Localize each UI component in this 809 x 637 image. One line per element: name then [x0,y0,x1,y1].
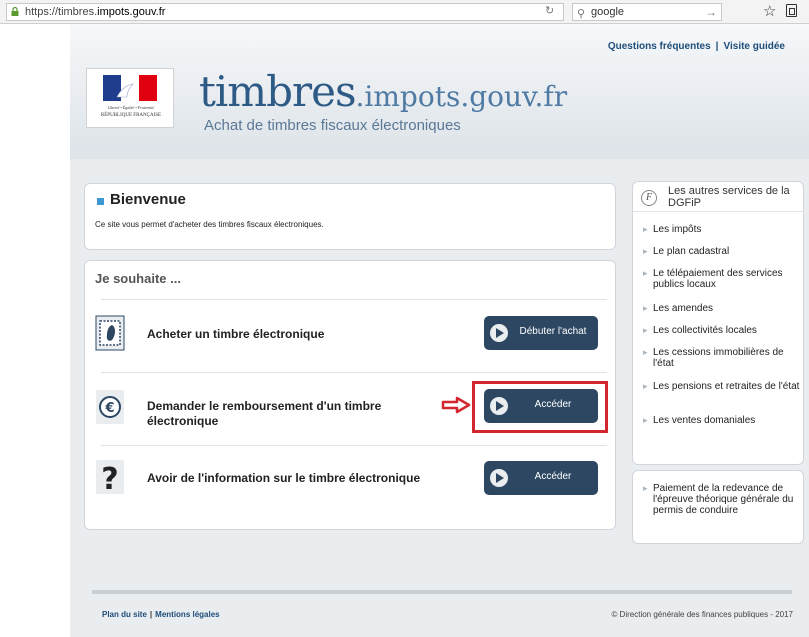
sidebar-item-ventes[interactable]: Les ventes domaniales [643,415,801,426]
logo-republic-text: RÉPUBLIQUE FRANÇAISE [100,113,162,118]
welcome-panel: Bienvenue Ce site vous permet d'acheter … [84,183,616,250]
action-text-info: Avoir de l'information sur le timbre éle… [147,471,421,485]
start-purchase-button[interactable]: Débuter l'achat [484,316,598,350]
play-icon [490,469,508,487]
button-label: Accéder [534,471,572,482]
reading-list-icon[interactable] [786,4,797,17]
footer-copyright: © Direction générale des finances publiq… [611,610,793,619]
divider [101,299,607,300]
search-value: google [591,6,625,18]
sidebar-item-amendes[interactable]: Les amendes [643,303,801,314]
footer-link-separator: | [149,610,153,619]
header-links: Questions fréquentes | Visite guidée [608,41,785,52]
logo-motto: Liberté • Égalité • Fraternité [107,105,155,110]
actions-panel: Je souhaite ... Acheter un timbre électr… [84,260,616,530]
divider [101,445,607,446]
driving-license-fee-panel: Paiement de la redevance de l'épreuve th… [632,470,804,544]
dgfip-logo-icon: F [641,190,657,206]
bookmark-star-icon[interactable]: ☆ [763,4,776,19]
browser-search-input[interactable]: ⚲ google → [572,3,722,21]
page-body: Questions fréquentes | Visite guidée Liber… [70,24,809,637]
legal-notice-link[interactable]: Mentions légales [155,610,219,619]
address-bar[interactable]: https://timbres.impots.gouv.fr [6,3,564,21]
other-services-title: Les autres services de la DGFiP [668,185,790,209]
padlock-icon [11,7,19,16]
info-access-button[interactable]: Accéder [484,461,598,495]
site-subtitle: Achat de timbres fiscaux électroniques [204,117,461,134]
action-text-refund: Demander le remboursement d'un timbre él… [147,399,382,428]
sitemap-link[interactable]: Plan du site [102,610,147,619]
other-services-header: F Les autres services de la DGFiP [633,182,805,212]
question-icon: ? [96,460,124,495]
sidebar-item-collectivites[interactable]: Les collectivités locales [643,325,801,336]
header-link-separator: | [715,41,719,52]
browser-toolbar: https://timbres.impots.gouv.fr ↻ ⚲ googl… [0,0,809,24]
footer-links: Plan du site | Mentions légales [102,610,220,619]
site-title-domain: .impots.gouv.fr [355,80,568,113]
other-services-panel: F Les autres services de la DGFiP Les im… [632,181,805,465]
stamp-icon [95,315,125,351]
republique-francaise-logo[interactable]: Liberté • Égalité • Fraternité RÉPUBLIQU… [86,68,174,128]
sidebar-item-cessions[interactable]: Les cessions immobilières de l'état [643,347,801,369]
action-text-buy: Acheter un timbre électronique [147,327,325,341]
search-go-icon[interactable]: → [705,4,717,20]
welcome-title: Bienvenue [110,191,186,208]
actions-title: Je souhaite ... [95,271,181,286]
play-icon [490,324,508,342]
site-title: timbres.impots.gouv.fr [199,68,567,121]
sidebar-item-pensions[interactable]: Les pensions et retraites de l'état [643,381,801,392]
svg-text:?: ? [101,462,118,495]
url-prefix: https://timbres. [25,6,98,18]
section-bullet-icon [97,198,104,205]
arrow-right-icon [441,396,471,414]
reload-icon[interactable]: ↻ [545,4,554,17]
search-icon: ⚲ [577,8,586,20]
sidebar-item-cadastre[interactable]: Le plan cadastral [643,246,801,257]
url-host: impots.gouv.fr [97,6,166,18]
site-header: Questions fréquentes | Visite guidée Liber… [70,24,809,159]
divider [101,372,607,373]
footer-divider [92,590,792,594]
button-label: Débuter l'achat [519,326,587,337]
highlight-box [472,381,608,433]
svg-text:€: € [104,401,114,416]
page-margin [0,24,70,637]
marianne-flag-icon [103,75,157,101]
sidebar-item-permis[interactable]: Paiement de la redevance de l'épreuve th… [643,483,801,516]
sidebar-item-impots[interactable]: Les impôts [643,224,801,235]
sidebar-item-telepaiement[interactable]: Le télépaiement des services publics loc… [643,268,801,290]
site-title-main: timbres [199,67,357,116]
faq-link[interactable]: Questions fréquentes [608,41,711,52]
welcome-text: Ce site vous permet d'acheter des timbre… [95,220,324,229]
euro-icon: € [96,390,124,424]
guided-tour-link[interactable]: Visite guidée [723,41,785,52]
